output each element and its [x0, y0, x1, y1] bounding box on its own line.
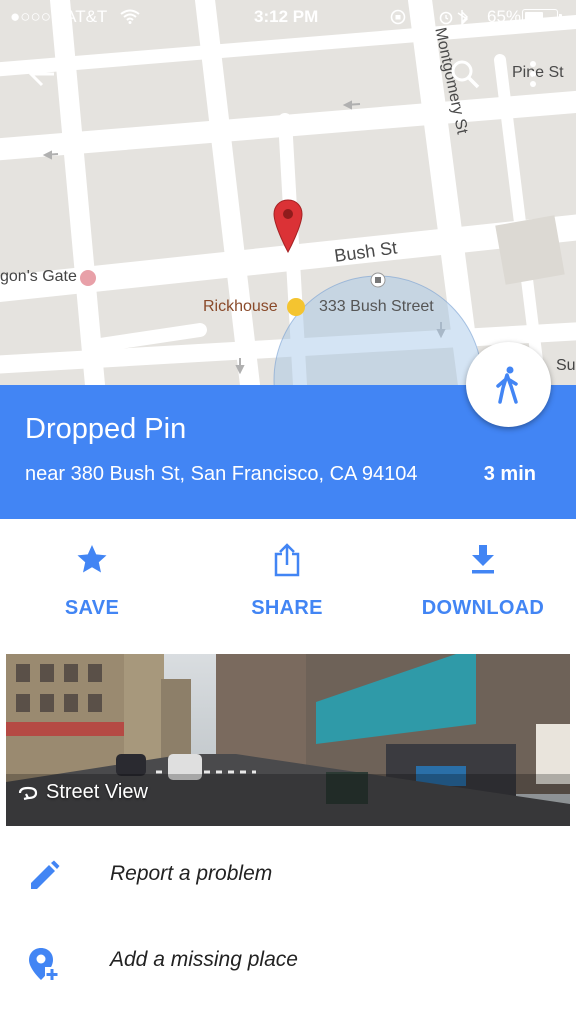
action-row: SAVE SHARE DOWNLOAD	[0, 519, 576, 651]
download-label: DOWNLOAD	[421, 597, 545, 619]
wifi-icon	[120, 9, 140, 24]
map-pin-icon[interactable]	[272, 198, 304, 254]
battery-icon	[522, 9, 562, 25]
save-label: SAVE	[64, 597, 120, 619]
status-bar: ●○○○○ AT&T 3:12 PM 65%	[0, 0, 576, 34]
street-view-thumbnail[interactable]: Street View	[6, 654, 570, 826]
walking-icon	[496, 366, 518, 404]
carrier: ●○○○○ AT&T	[10, 7, 108, 26]
more-vert-icon[interactable]	[528, 60, 538, 88]
street-view-label[interactable]: Street View	[16, 781, 148, 804]
place-label-gate: gon's Gate	[0, 268, 77, 285]
map-roads	[0, 0, 576, 385]
place-address: near 380 Bush St, San Francisco, CA 9410…	[25, 463, 418, 485]
add-missing-place-label: Add a missing place	[110, 948, 298, 971]
share-button[interactable]: SHARE	[207, 543, 367, 620]
download-button[interactable]: DOWNLOAD	[403, 543, 563, 620]
clock: 3:12 PM	[254, 7, 319, 26]
map-view[interactable]: Montgomery St Bush St Pine St gon's Gate…	[0, 0, 576, 385]
street-view-text: Street View	[46, 781, 148, 803]
save-button[interactable]: SAVE	[12, 543, 172, 620]
street-view-icon	[18, 786, 38, 800]
search-icon[interactable]	[450, 59, 480, 89]
back-arrow-icon[interactable]	[28, 60, 56, 88]
add-missing-place-item[interactable]: Add a missing place	[0, 922, 576, 1002]
place-label-rickhouse[interactable]: Rickhouse	[203, 298, 278, 316]
share-icon	[274, 543, 300, 577]
share-label: SHARE	[251, 597, 323, 619]
report-problem-label: Report a problem	[110, 862, 273, 885]
battery-percent: 65%	[487, 7, 522, 26]
status-icons	[390, 9, 469, 25]
place-title: Dropped Pin	[25, 413, 187, 445]
place-label-333-bush[interactable]: 333 Bush Street	[319, 298, 434, 316]
street-label-su: Su	[556, 357, 576, 374]
star-icon	[77, 545, 107, 573]
add-location-icon	[29, 948, 59, 981]
travel-time: 3 min	[483, 463, 536, 485]
report-problem-item[interactable]: Report a problem	[0, 836, 576, 916]
download-icon	[472, 545, 494, 574]
walking-directions-button[interactable]	[466, 342, 551, 427]
pencil-icon	[31, 860, 60, 889]
